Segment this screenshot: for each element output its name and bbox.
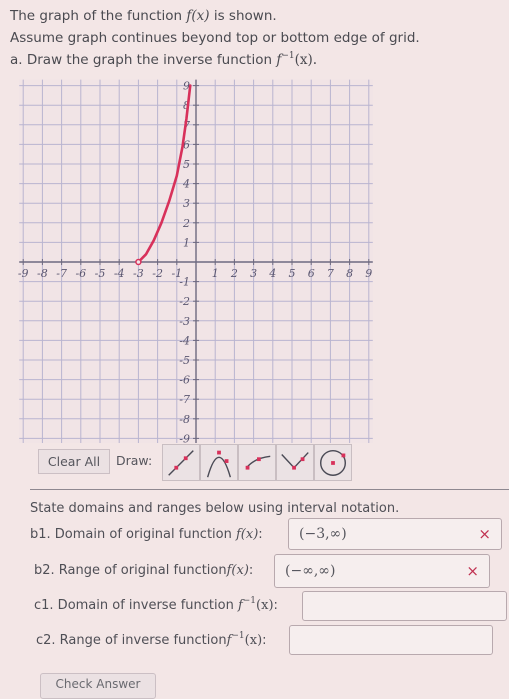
check-answer-button[interactable]: Check Answer: [40, 673, 156, 699]
function-notation: f(x): [186, 8, 210, 24]
draw-label: Draw:: [116, 453, 153, 468]
circle-tool-button[interactable]: [314, 444, 352, 481]
incorrect-mark-icon: ×: [478, 525, 491, 543]
sqrt-tool-button[interactable]: [238, 444, 276, 481]
y-tick-label: -9: [179, 432, 190, 443]
x-tick-label: -5: [95, 267, 106, 280]
parabola-icon: [206, 450, 232, 478]
incorrect-mark-icon: ×: [466, 562, 479, 580]
b1-value: (−3,∞): [299, 526, 347, 542]
y-tick-label: -1: [179, 276, 190, 289]
prompt-line-2: Assume graph continues beyond top or bot…: [10, 30, 420, 46]
x-tick-label: -8: [37, 267, 48, 280]
prompt-line-1: The graph of the function f(x) is shown.: [10, 8, 277, 24]
y-tick-label: 5: [183, 158, 190, 171]
y-tick-label: 4: [182, 178, 190, 191]
y-tick-label: -5: [179, 354, 190, 367]
line-tool-button[interactable]: [162, 444, 200, 481]
line-icon: [168, 450, 194, 476]
square-root-curve-icon: [245, 455, 271, 470]
y-tick-label: 1: [183, 236, 190, 249]
x-tick-label: 2: [230, 267, 238, 280]
x-tick-label: 6: [308, 267, 315, 280]
x-tick-label: -2: [152, 267, 163, 280]
c2-range-input[interactable]: [289, 625, 493, 655]
absolute-value-tool-button[interactable]: [276, 444, 314, 481]
x-tick-label: 4: [268, 267, 276, 280]
x-tick-label: 5: [289, 267, 296, 280]
b2-range-input[interactable]: (−∞,∞) ×: [274, 554, 490, 588]
y-tick-label: 3: [183, 197, 190, 210]
graph-canvas[interactable]: -9 -8 -7 -6 -5 -4 -3 -2 -1 1 2 3 4 5 6 7 8 9987654321-1-2…: [0, 68, 380, 443]
x-tick-label: 9: [365, 267, 372, 280]
clear-all-button[interactable]: Clear All: [38, 449, 110, 474]
instructions-text: State domains and ranges below using int…: [30, 501, 400, 516]
b1-domain-input[interactable]: (−3,∞) ×: [288, 518, 502, 550]
x-tick-label: -7: [56, 267, 67, 280]
x-tick-label: 7: [327, 267, 334, 280]
y-tick-label: -2: [179, 295, 190, 308]
absolute-value-icon: [281, 452, 309, 470]
open-endpoint: [135, 258, 142, 266]
inverse-function-notation: f−1(x).: [276, 51, 318, 68]
c2-label: c2. Range of inverse functionf−1(x):: [36, 631, 267, 648]
x-tick-label: -3: [133, 267, 144, 280]
x-tick-label: 8: [346, 267, 353, 280]
y-tick-label: 2: [182, 217, 190, 230]
parabola-tool-button[interactable]: [200, 444, 238, 481]
y-tick-label: -4: [179, 334, 190, 347]
y-tick-label: -3: [179, 315, 190, 328]
b2-label: b2. Range of original functionf(x):: [34, 563, 254, 578]
prompt-text: is shown.: [209, 8, 277, 24]
x-tick-label: -4: [114, 267, 125, 280]
section-divider: [30, 489, 509, 490]
y-tick-label: -8: [179, 413, 190, 426]
x-tick-label: 3: [250, 267, 257, 280]
prompt-text: a. Draw the graph the inverse function: [10, 52, 277, 68]
x-tick-label: 1: [212, 267, 219, 280]
y-tick-label: -6: [179, 374, 190, 387]
prompt-line-3: a. Draw the graph the inverse function f…: [10, 51, 317, 68]
y-tick-label: -7: [179, 393, 190, 406]
b1-label: b1. Domain of original function f(x):: [30, 527, 263, 542]
c1-label: c1. Domain of inverse function f−1(x):: [34, 596, 278, 613]
x-tick-label: -6: [75, 267, 86, 280]
prompt-text: The graph of the function: [10, 8, 187, 24]
x-tick-label: -9: [18, 267, 29, 280]
circle-icon: [319, 449, 347, 476]
c1-domain-input[interactable]: [302, 591, 507, 621]
b2-value: (−∞,∞): [285, 563, 336, 579]
